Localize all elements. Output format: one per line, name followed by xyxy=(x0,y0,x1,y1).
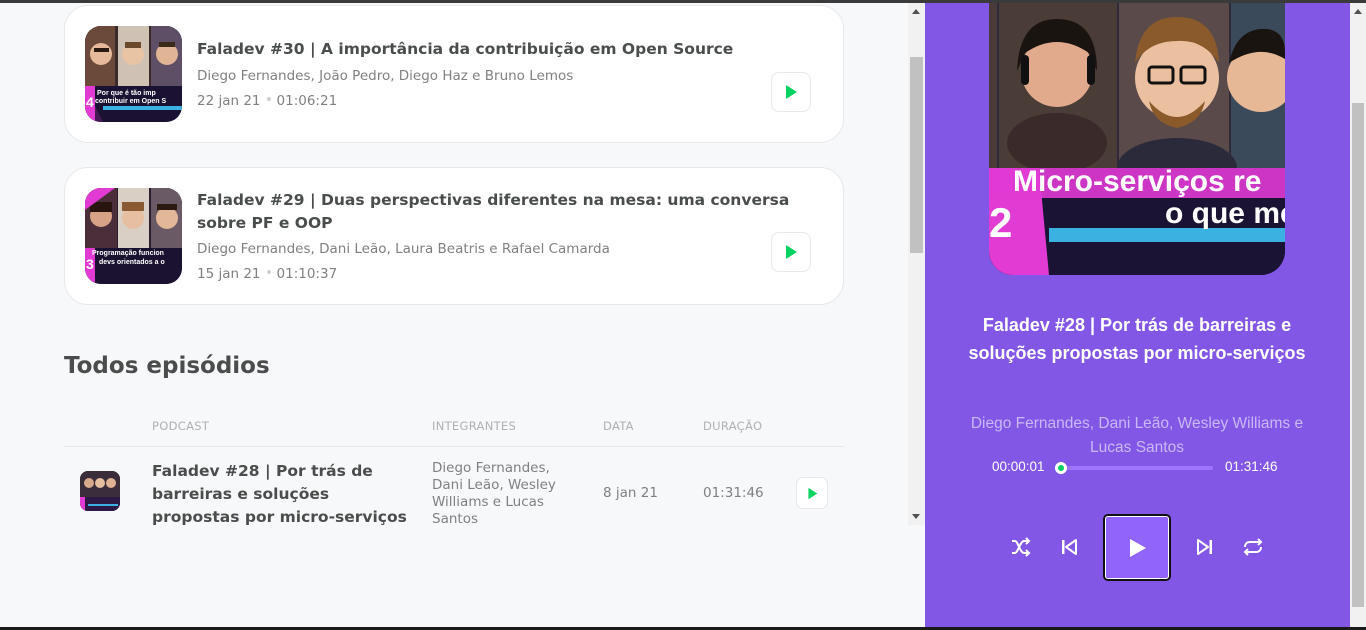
episode-duration: 01:06:21 xyxy=(276,93,338,109)
player-episode-members: Diego Fernandes, Dani Leão, Wesley Willi… xyxy=(970,415,1304,456)
total-time: 01:31:46 xyxy=(1225,459,1278,474)
column-header-duration: DURAÇÃO xyxy=(703,419,763,433)
thumb-caption: Por que é tão imp xyxy=(97,90,156,97)
thumb-number: 3 xyxy=(86,256,94,272)
progress-slider[interactable] xyxy=(1059,466,1213,470)
row-episode-members: Diego Fernandes, Dani Leão, Wesley Willi… xyxy=(432,460,556,527)
cover-caption: o que me xyxy=(1165,197,1285,230)
scroll-down-arrow-icon[interactable] xyxy=(912,514,920,519)
episode-thumbnail[interactable]: 4 Por que é tão imp contribuir em Open S xyxy=(85,26,182,122)
cover-number: 2 xyxy=(989,199,1013,246)
current-time: 00:00:01 xyxy=(992,459,1045,474)
repeat-button[interactable] xyxy=(1237,531,1269,563)
row-thumbnail[interactable] xyxy=(80,471,120,511)
section-title: Todos episódios xyxy=(64,353,270,379)
episode-members: Diego Fernandes, Dani Leão, Laura Beatri… xyxy=(197,241,610,257)
thumb-caption: devs orientados a o xyxy=(99,259,165,266)
thumb-caption: contribuir em Open S xyxy=(95,98,167,105)
episode-members: Diego Fernandes, João Pedro, Diego Haz e… xyxy=(197,68,574,84)
row-play-button[interactable] xyxy=(796,477,828,509)
latest-episode-card: 3 Programação funcion devs orientados a … xyxy=(64,167,844,305)
play-icon xyxy=(1130,538,1146,557)
shuffle-icon xyxy=(1012,537,1031,557)
scrollbar-thumb[interactable] xyxy=(910,57,923,253)
progress-handle[interactable] xyxy=(1055,462,1067,474)
play-icon xyxy=(786,85,797,99)
main-content: 4 Por que é tão imp contribuir em Open S… xyxy=(0,3,908,627)
thumb-caption: Programação funcion xyxy=(92,250,164,257)
play-pause-button[interactable] xyxy=(1103,514,1171,581)
repeat-icon xyxy=(1243,538,1263,556)
skip-previous-icon xyxy=(1062,539,1077,555)
previous-button[interactable] xyxy=(1053,531,1085,563)
episode-title[interactable]: Faladev #30 | A importância da contribui… xyxy=(197,38,825,61)
episode-date: 22 jan 21 xyxy=(197,93,261,109)
row-episode-duration: 01:31:46 xyxy=(703,485,764,501)
table-header-divider xyxy=(64,446,844,447)
play-icon xyxy=(807,487,817,499)
thumb-number: 4 xyxy=(86,94,94,110)
separator-dot xyxy=(266,97,271,101)
latest-episode-card: 4 Por que é tão imp contribuir em Open S… xyxy=(64,5,844,143)
separator-dot xyxy=(266,270,271,274)
episode-meta: 22 jan 21 01:06:21 xyxy=(197,93,337,109)
scrollbar-thumb[interactable] xyxy=(1352,103,1364,607)
next-button[interactable] xyxy=(1189,531,1221,563)
page-scrollbar[interactable] xyxy=(1350,3,1366,627)
shuffle-button[interactable] xyxy=(1005,531,1037,563)
episode-title[interactable]: Faladev #29 | Duas perspectivas diferent… xyxy=(197,189,825,235)
row-episode-date: 8 jan 21 xyxy=(603,485,658,501)
main-bottom-area xyxy=(908,525,925,627)
cover-caption: Micro-serviços re xyxy=(1013,165,1262,198)
player-cover: Micro-serviços re o que me 2 xyxy=(989,3,1285,275)
column-header-podcast: PODCAST xyxy=(152,419,210,433)
play-episode-button[interactable] xyxy=(771,72,811,112)
scroll-up-arrow-icon[interactable] xyxy=(1354,9,1362,14)
player-episode-title: Faladev #28 | Por trás de barreiras e so… xyxy=(968,315,1306,363)
column-header-members: INTEGRANTES xyxy=(432,419,517,433)
skip-next-icon xyxy=(1197,539,1212,555)
episode-thumbnail[interactable]: 3 Programação funcion devs orientados a … xyxy=(85,188,182,284)
column-header-date: DATA xyxy=(603,419,634,433)
player-panel: Micro-serviços re o que me 2 Faladev #28… xyxy=(925,3,1350,627)
episode-duration: 01:10:37 xyxy=(276,266,338,282)
scroll-up-arrow-icon[interactable] xyxy=(912,9,920,14)
episode-date: 15 jan 21 xyxy=(197,266,261,282)
row-episode-title[interactable]: Faladev #28 | Por trás de barreiras e so… xyxy=(152,460,417,529)
episode-meta: 15 jan 21 01:10:37 xyxy=(197,266,337,282)
main-scrollbar[interactable] xyxy=(908,3,925,525)
play-icon xyxy=(786,245,797,259)
play-episode-button[interactable] xyxy=(771,232,811,272)
